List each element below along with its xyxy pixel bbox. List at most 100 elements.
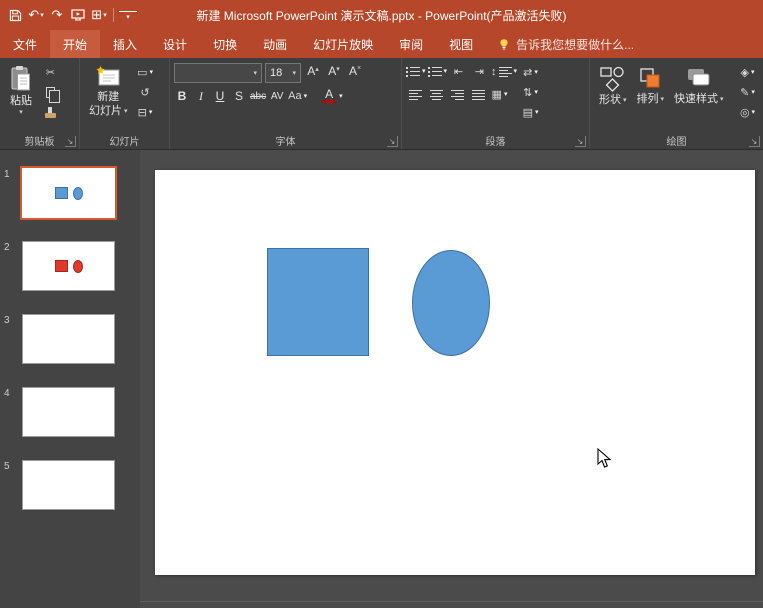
numbering-icon	[428, 66, 442, 77]
shapes-button[interactable]: 形状 ▾	[594, 63, 632, 132]
bold-button[interactable]: B	[174, 87, 190, 105]
thumbnail-square-shape	[55, 260, 68, 272]
clipboard-dialog-launcher[interactable]: ↘	[65, 136, 76, 147]
editing-canvas[interactable]	[140, 150, 763, 608]
tab-design[interactable]: 设计	[150, 30, 200, 58]
increase-indent-button[interactable]: ⇥	[470, 63, 489, 80]
numbering-button[interactable]: ▾	[428, 63, 448, 80]
chevron-down-icon: ▾	[19, 109, 23, 116]
chevron-down-icon: ▾	[40, 12, 44, 19]
tab-view[interactable]: 视图	[436, 30, 486, 58]
tell-me-box[interactable]: 告诉我您想要做什么...	[486, 30, 646, 58]
section-button[interactable]: ⊟ ▾	[136, 104, 155, 121]
slide-thumbnail-preview[interactable]	[22, 314, 115, 364]
shape-fill-button[interactable]: ◈ ▾	[738, 64, 757, 81]
slide-number: 3	[4, 314, 18, 326]
slide-thumbnail-preview[interactable]	[22, 460, 115, 510]
drawing-dialog-launcher[interactable]: ↘	[749, 136, 760, 147]
slide-shape-oval[interactable]	[412, 250, 490, 356]
font-dialog-launcher[interactable]: ↘	[387, 136, 398, 147]
ribbon-group-font: ▾ 18 ▾ A▴ A▾ A×	[170, 58, 402, 149]
clear-x-icon: ×	[357, 65, 361, 72]
tab-insert[interactable]: 插入	[100, 30, 150, 58]
slide-thumbnail-3[interactable]: 3	[4, 314, 140, 364]
chevron-down-icon: ▾	[720, 96, 724, 103]
slide-thumbnail-5[interactable]: 5	[4, 460, 140, 510]
thumbnail-oval-shape	[73, 187, 83, 200]
text-direction-button[interactable]: ⇄ ▾	[521, 64, 540, 81]
slide-thumbnail-preview[interactable]	[22, 387, 115, 437]
shape-fill-icon: ◈	[741, 66, 749, 79]
shape-effects-button[interactable]: ◎ ▾	[738, 104, 757, 121]
slide-layout-button[interactable]: ▭ ▾	[136, 64, 155, 81]
tab-slideshow[interactable]: 幻灯片放映	[300, 30, 386, 58]
new-slide-button[interactable]: 新建 幻灯片 ▾	[84, 63, 133, 132]
font-name-combobox[interactable]: ▾	[174, 63, 262, 83]
columns-button[interactable]: ▦ ▾	[490, 86, 509, 103]
reset-slide-button[interactable]: ↺	[136, 84, 155, 101]
save-icon	[9, 9, 22, 22]
up-arrow-icon: ▴	[315, 65, 319, 73]
line-spacing-button[interactable]: ↕ ▾	[491, 63, 517, 80]
tab-review[interactable]: 审阅	[386, 30, 436, 58]
slide-thumbnail-1[interactable]: 1	[4, 168, 140, 218]
tab-file[interactable]: 文件	[0, 30, 50, 58]
decrease-indent-button[interactable]: ⇤	[449, 63, 468, 80]
align-left-button[interactable]	[406, 86, 425, 103]
new-slide-icon	[95, 65, 121, 89]
quick-styles-button[interactable]: 快速样式 ▾	[669, 63, 729, 132]
strikethrough-button[interactable]: abc	[250, 87, 266, 105]
lightbulb-icon	[498, 38, 510, 51]
undo-button[interactable]: ↶ ▾	[27, 4, 45, 26]
shape-outline-button[interactable]: ✎ ▾	[738, 84, 757, 101]
paragraph-group-label: 段落	[486, 133, 506, 148]
save-button[interactable]	[6, 4, 24, 26]
italic-button[interactable]: I	[193, 87, 209, 105]
paragraph-dialog-launcher[interactable]: ↘	[575, 136, 586, 147]
copy-button[interactable]	[41, 84, 60, 101]
start-slideshow-button[interactable]	[69, 4, 87, 26]
align-right-button[interactable]	[448, 86, 467, 103]
drawing-group-label: 绘图	[667, 133, 687, 148]
slide-thumbnail-preview[interactable]	[22, 168, 115, 218]
touch-mouse-mode-button[interactable]: ⊞ ▾	[90, 4, 108, 26]
slide-shape-rectangle[interactable]	[267, 248, 369, 356]
align-left-icon	[409, 90, 422, 100]
font-color-button[interactable]: A ▾	[321, 88, 343, 105]
paste-button[interactable]: 粘贴 ▾	[4, 63, 38, 132]
justify-button[interactable]	[469, 86, 488, 103]
change-case-button[interactable]: Aa ▾	[288, 88, 307, 105]
cut-icon: ✂	[46, 66, 55, 79]
clear-formatting-button[interactable]: A×	[346, 64, 364, 82]
grow-font-button[interactable]: A▴	[304, 64, 322, 82]
thumbnail-square-shape	[55, 187, 68, 199]
cut-button[interactable]: ✂	[41, 64, 60, 81]
slide-thumbnail-preview[interactable]	[22, 241, 115, 291]
convert-smartart-button[interactable]: ▤ ▾	[521, 104, 540, 121]
chevron-down-icon: ▾	[751, 69, 755, 76]
arrange-button[interactable]: 排列 ▾	[632, 63, 670, 132]
character-spacing-button[interactable]: AV	[269, 87, 285, 105]
align-text-button[interactable]: ⇅ ▾	[521, 84, 540, 101]
start-slideshow-icon	[71, 9, 85, 21]
tab-transitions[interactable]: 切换	[200, 30, 250, 58]
slide-thumbnail-2[interactable]: 2	[4, 241, 140, 291]
align-center-button[interactable]	[427, 86, 446, 103]
slide-thumbnail-4[interactable]: 4	[4, 387, 140, 437]
bullets-button[interactable]: ▾	[406, 63, 426, 80]
redo-button[interactable]: ↷	[48, 4, 66, 26]
grow-font-icon: A	[307, 64, 315, 78]
new-slide-label-line1: 新建	[97, 91, 119, 103]
customize-qat-button[interactable]: ▾	[119, 11, 137, 23]
tab-home[interactable]: 开始	[50, 30, 100, 58]
shrink-font-button[interactable]: A▾	[325, 64, 343, 82]
font-size-combobox[interactable]: 18 ▾	[265, 63, 301, 83]
underline-button[interactable]: U	[212, 87, 228, 105]
tab-animations[interactable]: 动画	[250, 30, 300, 58]
text-shadow-button[interactable]: S	[231, 87, 247, 105]
ribbon-group-clipboard: 粘贴 ▾ ✂ 剪贴板 ↘	[0, 58, 80, 149]
undo-icon: ↶	[28, 7, 39, 23]
slide-canvas[interactable]	[155, 170, 755, 575]
format-painter-button[interactable]	[41, 104, 60, 121]
chevron-down-icon: ▾	[751, 89, 755, 96]
